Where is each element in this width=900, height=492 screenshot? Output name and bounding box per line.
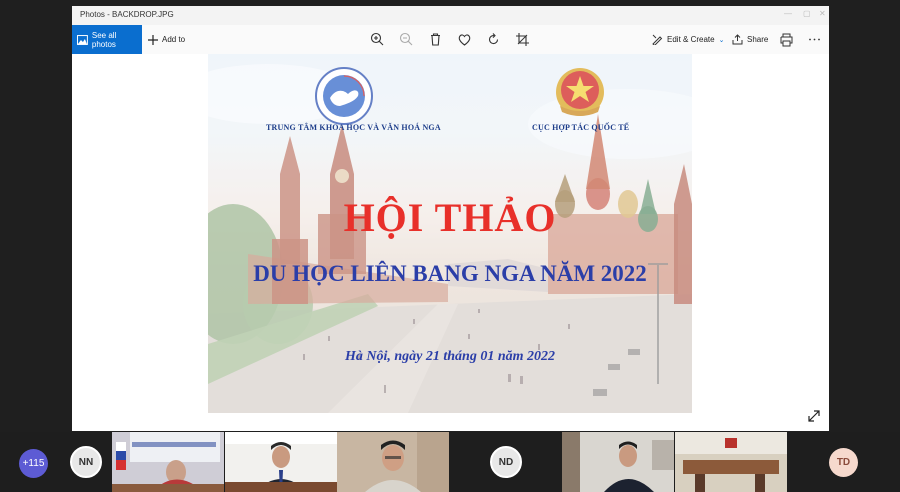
more-participants-badge[interactable]: +115 xyxy=(19,449,48,478)
participant-video-5[interactable] xyxy=(675,432,787,492)
add-to-button[interactable]: Add to xyxy=(148,25,185,54)
close-icon[interactable]: ✕ xyxy=(819,9,826,18)
share-label: Share xyxy=(747,35,769,44)
participant-video-3[interactable] xyxy=(337,432,449,492)
title-bar: Photos - BACKDROP.JPG — ▢ ✕ xyxy=(72,6,829,25)
left-org-text: TRUNG TÂM KHOA HỌC VÀ VĂN HOÁ NGA xyxy=(266,123,441,132)
chevron-down-icon: ⌄ xyxy=(718,36,725,44)
zoom-in-icon[interactable] xyxy=(369,31,386,48)
participant-avatar-nd[interactable]: ND xyxy=(490,446,522,478)
toolbar: See all photos Add to Edit & Create ⌄ Sh… xyxy=(72,25,829,54)
right-org-text: CỤC HỢP TÁC QUỐC TẾ xyxy=(532,123,630,132)
edit-create-button[interactable]: Edit & Create ⌄ xyxy=(652,25,724,54)
window-title: Photos - BACKDROP.JPG xyxy=(80,10,174,19)
zoom-out-icon[interactable] xyxy=(398,31,415,48)
share-button[interactable]: Share xyxy=(732,25,768,54)
slide-dateline: Hà Nội, ngày 21 tháng 01 năm 2022 xyxy=(344,349,556,364)
participant-avatar-td[interactable]: TD xyxy=(829,448,858,477)
slide-heading: HỘI THẢO xyxy=(343,195,557,240)
crop-icon[interactable] xyxy=(514,31,531,48)
edit-icon xyxy=(652,34,663,45)
plus-icon xyxy=(148,34,158,45)
favorite-icon[interactable] xyxy=(456,31,473,48)
expand-icon[interactable] xyxy=(807,409,821,423)
image-canvas[interactable]: TRUNG TÂM KHOA HỌC VÀ VĂN HOÁ NGA CỤC HỢ… xyxy=(72,54,829,431)
participant-video-2[interactable] xyxy=(225,432,337,492)
delete-icon[interactable] xyxy=(427,31,444,48)
photos-icon xyxy=(77,34,88,45)
slide-subheading: DU HỌC LIÊN BANG NGA NĂM 2022 xyxy=(253,261,647,286)
participant-video-1[interactable] xyxy=(112,432,224,492)
edit-create-label: Edit & Create xyxy=(667,35,715,44)
more-options-icon[interactable] xyxy=(806,31,823,48)
add-to-label: Add to xyxy=(162,35,186,44)
print-icon[interactable] xyxy=(778,31,795,48)
see-all-label: See all photos xyxy=(91,30,117,49)
share-icon xyxy=(732,34,743,45)
backdrop-image: TRUNG TÂM KHOA HỌC VÀ VĂN HOÁ NGA CỤC HỢ… xyxy=(208,54,692,413)
participant-strip: +115 NN ND TD xyxy=(0,432,900,492)
minimize-icon[interactable]: — xyxy=(784,9,792,18)
maximize-icon[interactable]: ▢ xyxy=(803,9,811,18)
see-all-photos-button[interactable]: See all photos xyxy=(72,25,142,54)
participant-avatar-nn[interactable]: NN xyxy=(70,446,102,478)
rotate-icon[interactable] xyxy=(485,31,502,48)
participant-video-4[interactable] xyxy=(562,432,674,492)
photos-window: Photos - BACKDROP.JPG — ▢ ✕ See all phot… xyxy=(72,6,829,431)
